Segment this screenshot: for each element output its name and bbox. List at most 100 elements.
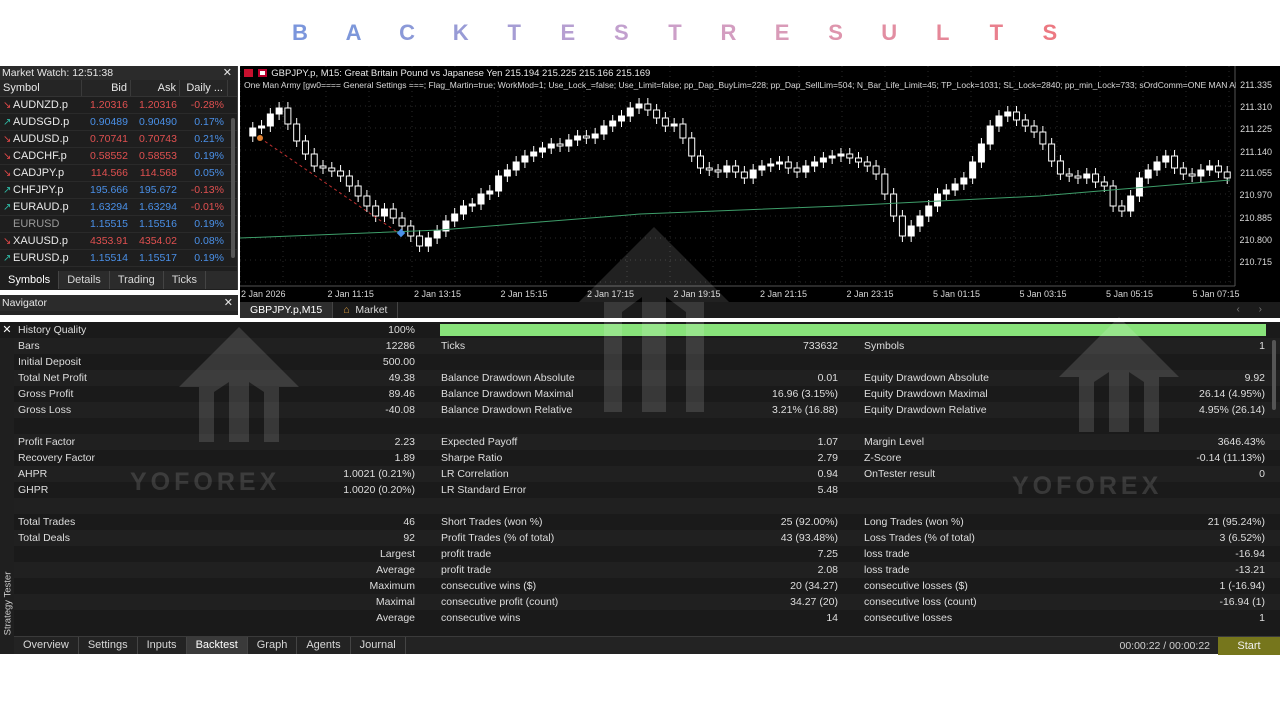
candle-body <box>468 203 476 207</box>
candle-body <box>284 107 292 125</box>
tab-settings[interactable]: Settings <box>79 637 138 654</box>
symbol-row[interactable]: ↗ EURUSD.p 1.15514 1.15517 0.19% <box>0 250 237 267</box>
time-tick-label: 5 Jan 05:15 <box>1106 289 1154 299</box>
symbol-row[interactable]: ↗ AUDSGD.p 0.90489 0.90490 0.17% <box>0 114 237 131</box>
symbol-row[interactable]: ↘ CADCHF.p 0.58552 0.58553 0.19% <box>0 148 237 165</box>
arrow-down-icon: ↘ <box>3 151 12 162</box>
close-icon[interactable]: ✕ <box>224 295 233 311</box>
history-quality-label: History Quality <box>18 324 87 336</box>
candle-body <box>503 169 511 177</box>
tab-chart-gbpjpy[interactable]: GBPJPY.p,M15 <box>240 302 334 318</box>
candle-body <box>530 151 538 157</box>
scrollbar[interactable] <box>1272 340 1276 410</box>
metric-label: Balance Drawdown Relative <box>441 404 573 416</box>
candle-body <box>1004 111 1012 117</box>
candle-body <box>767 163 775 167</box>
column-symbol[interactable]: Symbol <box>0 80 82 96</box>
candle-body <box>512 161 520 171</box>
metric-label: Profit Factor <box>18 436 76 448</box>
tab-journal[interactable]: Journal <box>351 637 406 654</box>
start-button[interactable]: Start <box>1218 637 1280 655</box>
candle-body <box>1021 119 1029 127</box>
tab-overview[interactable]: Overview <box>14 637 79 654</box>
column-bid[interactable]: Bid <box>82 80 131 96</box>
daily-change: 0.19% <box>194 150 224 162</box>
metric-value: 1.07 <box>817 436 838 448</box>
symbol-name: AUDSGD.p <box>13 116 70 128</box>
symbol-row[interactable]: ↗ EURAUD.p 1.63294 1.63294 -0.01% <box>0 199 237 216</box>
symbol-row[interactable]: ↘ XAUUSD.p 4353.91 4354.02 0.08% <box>0 233 237 250</box>
symbol-row[interactable]: ↘ CADJPY.p 114.566 114.568 0.05% <box>0 165 237 182</box>
symbol-row[interactable]: ↗ CHFJPY.p 195.666 195.672 -0.13% <box>0 182 237 199</box>
candle-body <box>696 155 704 169</box>
candle-body <box>275 107 283 115</box>
close-icon[interactable]: ✕ <box>0 322 14 338</box>
tab-market[interactable]: ⌂ Market <box>333 302 399 318</box>
tab-trading[interactable]: Trading <box>110 271 164 289</box>
candle-body <box>416 235 424 247</box>
market-watch-tabs: Symbols Details Trading Ticks <box>0 271 237 289</box>
symbol-name: CADJPY.p <box>13 167 65 179</box>
symbol-row[interactable]: ↘ AUDNZD.p 1.20316 1.20316 -0.28% <box>0 97 237 114</box>
bid-value: 114.566 <box>90 167 128 179</box>
metric-value: 2.79 <box>817 452 838 464</box>
banner-letter: E <box>774 20 790 45</box>
metric-label: consecutive wins ($) <box>441 580 537 592</box>
candle-body <box>266 113 274 127</box>
tab-inputs[interactable]: Inputs <box>138 637 187 654</box>
market-icon: ⌂ <box>343 304 350 316</box>
banner-letter: C <box>399 20 416 45</box>
metric-value: -16.94 <box>1235 548 1265 560</box>
candle-body <box>670 123 678 127</box>
candle-body <box>969 161 977 179</box>
symbol-row[interactable]: ↘ AUDUSD.p 0.70741 0.70743 0.21% <box>0 131 237 148</box>
candle-body <box>345 175 353 187</box>
scrollbar[interactable] <box>231 118 235 258</box>
tab-agents[interactable]: Agents <box>297 637 351 654</box>
results-row: Gross Profit 89.46 Balance Drawdown Maxima… <box>14 386 1280 402</box>
time-tick-label: 2 Jan 17:15 <box>587 289 635 299</box>
daily-change: 0.17% <box>194 116 224 128</box>
results-row: Largest profit trade 7.25 loss trade -16.94 <box>14 546 1280 562</box>
price-tick-label: 211.335 <box>1240 80 1272 90</box>
symbol-row[interactable]: EURUSD 1.15515 1.15516 0.19% <box>0 216 237 233</box>
candle-body <box>617 115 625 122</box>
candle-body <box>1223 171 1231 179</box>
price-tick-label: 211.225 <box>1240 124 1272 134</box>
column-daily[interactable]: Daily ... <box>180 80 228 96</box>
candle-body <box>714 169 722 173</box>
metric-label: OnTester result <box>864 468 936 480</box>
candle-body <box>424 237 432 247</box>
tab-graph[interactable]: Graph <box>248 637 298 654</box>
candle-body <box>249 127 257 137</box>
metric-value: -13.21 <box>1235 564 1265 576</box>
tab-details[interactable]: Details <box>59 271 110 289</box>
tab-backtest[interactable]: Backtest <box>186 637 248 654</box>
tab-symbols[interactable]: Symbols <box>0 271 60 289</box>
metric-label: Margin Level <box>864 436 925 448</box>
candle-body <box>776 161 784 165</box>
price-chart[interactable]: GBPJPY.p, M15: Great Britain Pound vs Ja… <box>240 66 1280 302</box>
metric-label: Total Deals <box>18 532 70 544</box>
metric-value: 500.00 <box>382 356 415 368</box>
candle-body <box>1039 131 1047 145</box>
candle-body <box>258 125 266 129</box>
elapsed-timer: 00:00:22 / 00:00:22 <box>1119 640 1211 652</box>
candle-body <box>863 161 871 167</box>
candle-body <box>1092 173 1100 183</box>
symbol-cell: ↗ AUDSGD.p <box>0 114 82 130</box>
close-icon[interactable]: ✕ <box>223 66 232 80</box>
daily-change: -0.13% <box>190 184 224 196</box>
tab-ticks[interactable]: Ticks <box>164 271 206 289</box>
daily-change: 0.21% <box>194 133 224 145</box>
candle-body <box>1065 173 1073 177</box>
metric-value: 26.14 (4.95%) <box>1199 388 1265 400</box>
banner-letter: K <box>452 20 469 45</box>
results-row: Maximal consecutive profit (count) 34.27 (… <box>14 594 1280 610</box>
candle-body <box>828 155 836 159</box>
scroll-arrows[interactable]: ‹ › <box>1237 302 1270 318</box>
symbol-cell: ↗ EURAUD.p <box>0 199 82 215</box>
metric-value: Maximal <box>375 596 415 608</box>
candle-body <box>547 143 555 149</box>
column-ask[interactable]: Ask <box>131 80 180 96</box>
